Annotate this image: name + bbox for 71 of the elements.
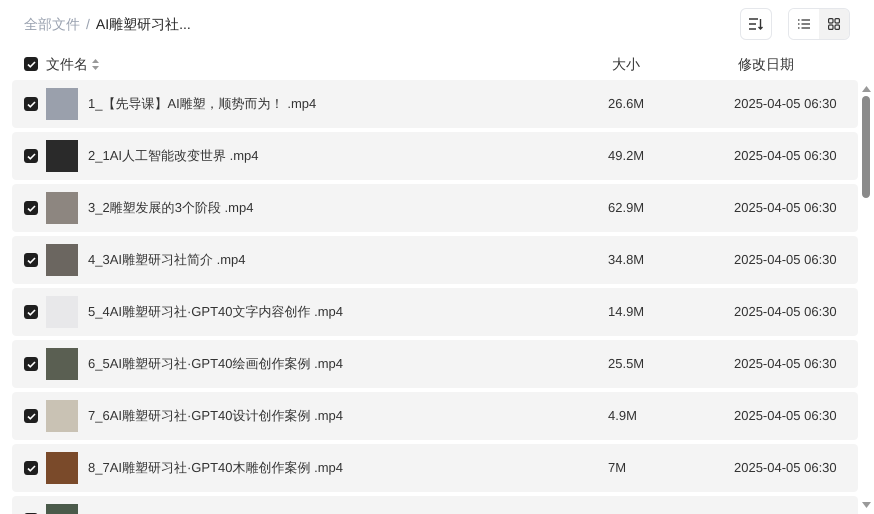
sort-icon [749,18,763,30]
video-thumbnail-placeholder [46,192,78,224]
file-name[interactable]: 3_2雕塑发展的3个阶段 .mp4 [88,198,254,218]
file-row[interactable]: 5_4AI雕塑研习社·GPT40文字内容创作 .mp4 14.9M 2025-04-05 06:30 [12,288,858,336]
row-checkbox[interactable] [24,149,38,163]
check-icon [26,152,36,160]
file-row[interactable]: 2_1AI人工智能改变世界 .mp4 49.2M 2025-04-05 06:30 [12,132,858,180]
video-thumbnail-placeholder [46,452,78,484]
check-icon [26,100,36,108]
check-icon [26,204,36,212]
file-name[interactable]: 6_5AI雕塑研习社·GPT40绘画创作案例 .mp4 [88,354,343,374]
file-name[interactable]: 8_7AI雕塑研习社·GPT40木雕创作案例 .mp4 [88,458,343,478]
file-size: 7M [608,459,626,478]
column-header[interactable]: 文件名 [46,54,88,74]
row-checkbox[interactable] [24,305,38,319]
check-icon [26,464,36,472]
modified-date: 2025-04-05 06:30 [734,147,837,166]
scrollbar-thumb[interactable] [862,96,870,198]
scroll-up-icon[interactable] [862,86,870,92]
file-size: 34.8M [608,251,644,270]
file-row[interactable]: 8_7AI雕塑研习社·GPT40木雕创作案例 .mp4 7M 2025-04-05 06:30 [12,444,858,492]
modified-date: 2025-04-05 06:30 [734,303,837,322]
video-thumbnail-placeholder [46,140,78,172]
file-name[interactable]: 7_6AI雕塑研习社·GPT40设计创作案例 .mp4 [88,406,343,426]
file-size: 14.9M [608,303,644,322]
check-icon [26,60,36,68]
grid-view-button[interactable] [819,9,849,39]
file-name[interactable]: 2_1AI人工智能改变世界 .mp4 [88,146,258,166]
sort-arrows-icon[interactable] [92,58,99,70]
row-checkbox[interactable] [24,201,38,215]
modified-date: 2025-04-05 06:30 [734,407,837,426]
select-all-checkbox[interactable] [24,57,38,71]
modified-date: 2025-04-05 06:30 [734,251,837,270]
row-checkbox[interactable] [24,357,38,371]
file-row[interactable]: 6_5AI雕塑研习社·GPT40绘画创作案例 .mp4 25.5M 2025-04-05 06:30 [12,340,858,388]
file-name[interactable]: 5_4AI雕塑研习社·GPT40文字内容创作 .mp4 [88,302,343,322]
file-name[interactable]: 1_【先导课】AI雕塑，顺势而为！ .mp4 [88,94,316,114]
breadcrumb-separator: / [86,14,90,34]
file-row[interactable]: 3_2雕塑发展的3个阶段 .mp4 62.9M 2025-04-05 06:30 [12,184,858,232]
file-size: 26.6M [608,95,644,114]
video-thumbnail-placeholder [46,88,78,120]
file-size: 49.2M [608,147,644,166]
check-icon [26,256,36,264]
file-row[interactable]: 1_【先导课】AI雕塑，顺势而为！ .mp4 26.6M 2025-04-05 06:30 [12,80,858,128]
column-header: 大小 [612,54,640,74]
breadcrumb-link[interactable]: AI雕塑研习社... [96,14,191,34]
modified-date: 2025-04-05 06:30 [734,199,837,218]
row-checkbox[interactable] [24,461,38,475]
video-thumbnail-placeholder [46,348,78,380]
check-icon [26,308,36,316]
file-size: 4.9M [608,407,637,426]
file-name[interactable]: 4_3AI雕塑研习社简介 .mp4 [88,250,246,270]
grid-icon [828,18,840,30]
check-icon [26,360,36,368]
file-row[interactable]: 4_3AI雕塑研习社简介 .mp4 34.8M 2025-04-05 06:30 [12,236,858,284]
row-checkbox[interactable] [24,409,38,423]
file-size: 62.9M [608,199,644,218]
video-thumbnail-placeholder [46,400,78,432]
video-thumbnail-placeholder [46,244,78,276]
sort-button[interactable] [740,8,772,40]
column-header: 修改日期 [738,54,794,74]
file-size: 25.5M [608,355,644,374]
modified-date: 2025-04-05 06:30 [734,355,837,374]
modified-date: 2025-04-05 06:30 [734,459,837,478]
scroll-down-icon[interactable] [862,502,870,508]
check-icon [26,412,36,420]
modified-date: 2025-04-05 06:30 [734,95,837,114]
file-row[interactable]: 7_6AI雕塑研习社·GPT40设计创作案例 .mp4 4.9M 2025-04-05 06:30 [12,392,858,440]
list-icon [798,19,810,29]
row-checkbox[interactable] [24,253,38,267]
row-checkbox[interactable] [24,97,38,111]
